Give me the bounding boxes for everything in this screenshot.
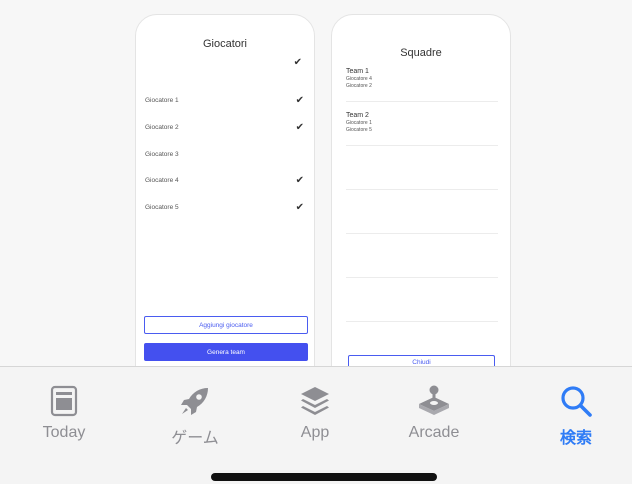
- divider: [346, 145, 498, 146]
- layers-icon: [297, 383, 333, 419]
- player-name: Giocatore 4: [145, 176, 179, 184]
- team-member: Giocatore 2: [346, 82, 372, 89]
- divider: [346, 277, 498, 278]
- players-screenshot: Giocatori ✔ Giocatore 1 ✔ Giocatore 2 ✔ …: [135, 14, 315, 404]
- team-card: Team 2 Giocatore 1 Giocatore 5: [346, 111, 498, 133]
- player-row[interactable]: Giocatore 3: [145, 146, 304, 162]
- generate-teams-button[interactable]: Genera team: [144, 343, 308, 361]
- tab-label: Today: [42, 424, 86, 441]
- player-row[interactable]: Giocatore 4 ✔: [145, 172, 304, 188]
- player-name: Giocatore 1: [145, 96, 179, 104]
- teams-screenshot: Squadre Team 1 Giocatore 4 Giocatore 2 T…: [331, 14, 511, 404]
- player-row[interactable]: Giocatore 5 ✔: [145, 199, 304, 215]
- divider: [346, 321, 498, 322]
- tab-label: 検索: [559, 430, 592, 447]
- tab-label: App: [300, 424, 330, 441]
- tab-arcade[interactable]: Arcade: [384, 383, 484, 442]
- joystick-icon: [416, 383, 452, 419]
- players-title: Giocatori: [202, 38, 248, 50]
- today-icon: [46, 383, 82, 419]
- tab-app[interactable]: App: [265, 383, 365, 442]
- tab-games[interactable]: ゲーム: [145, 383, 245, 448]
- player-name: Giocatore 5: [145, 203, 179, 211]
- check-icon: ✔: [293, 57, 302, 68]
- check-icon: ✔: [295, 121, 304, 133]
- search-icon: [558, 383, 594, 419]
- player-name: Giocatore 3: [145, 150, 179, 158]
- tab-today[interactable]: Today: [14, 383, 114, 442]
- tab-search[interactable]: 検索: [526, 383, 626, 448]
- teams-title: Squadre: [400, 47, 442, 59]
- rocket-icon: [177, 383, 213, 419]
- add-player-button[interactable]: Aggiungi giocatore: [144, 316, 308, 334]
- divider: [346, 189, 498, 190]
- team-member: Giocatore 5: [346, 126, 372, 133]
- divider: [346, 233, 498, 234]
- player-row[interactable]: Giocatore 1 ✔: [145, 92, 304, 108]
- check-icon: ✔: [295, 174, 304, 186]
- check-icon: ✔: [295, 94, 304, 106]
- player-row[interactable]: Giocatore 2 ✔: [145, 119, 304, 135]
- tab-label: ゲーム: [171, 430, 219, 447]
- team-card: Team 1 Giocatore 4 Giocatore 2: [346, 67, 498, 89]
- tab-label: Arcade: [408, 424, 460, 441]
- player-name: Giocatore 2: [145, 123, 179, 131]
- team-name: Team 1: [346, 68, 369, 75]
- tab-bar: Today ゲーム App Arcade 検索: [0, 366, 632, 484]
- check-icon: ✔: [295, 201, 304, 213]
- home-indicator[interactable]: [211, 473, 437, 481]
- team-name: Team 2: [346, 112, 369, 119]
- divider: [346, 101, 498, 102]
